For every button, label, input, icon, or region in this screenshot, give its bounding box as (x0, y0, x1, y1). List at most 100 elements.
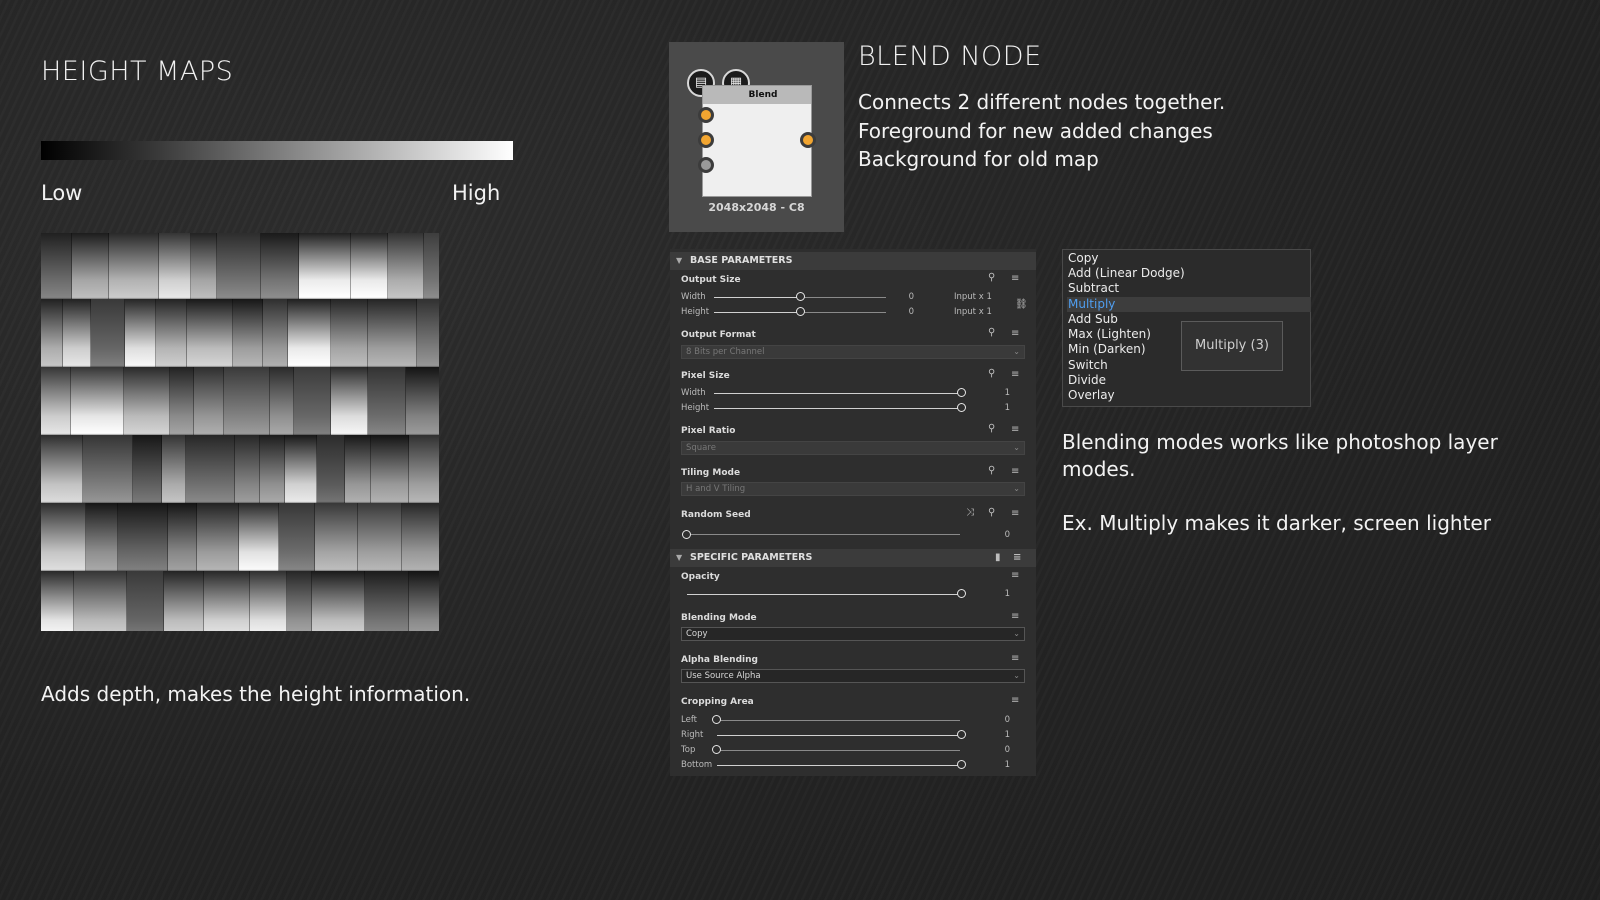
menu-icon[interactable]: ≡ (1011, 466, 1019, 477)
crop-top-slider[interactable] (717, 750, 960, 751)
pixel-ratio-select[interactable]: Square ⌄ (681, 441, 1025, 455)
random-seed-slider[interactable] (687, 534, 960, 535)
link-params-icon[interactable]: ⚲ (988, 327, 995, 338)
menu-icon[interactable]: ≡ (1011, 424, 1019, 435)
tiling-mode-value: H and V Tiling (686, 484, 746, 494)
shingle-tile (233, 299, 263, 369)
menu-icon[interactable]: ≡ (1011, 653, 1019, 664)
link-params-icon[interactable]: ⚲ (988, 368, 995, 379)
menu-icon[interactable]: ≡ (1011, 508, 1019, 519)
opacity-slider[interactable] (687, 594, 960, 595)
shingle-tile (197, 503, 239, 573)
alpha-blending-select[interactable]: Use Source Alpha ⌄ (681, 669, 1025, 683)
foreground-input-pin[interactable] (698, 107, 714, 123)
crop-left-value[interactable]: 0 (990, 715, 1010, 725)
blend-node-preview[interactable]: ▤ ▦ Blend 2048x2048 - C8 (669, 42, 844, 232)
specific-parameters-label: SPECIFIC PARAMETERS (690, 552, 813, 563)
crop-top-value[interactable]: 0 (990, 745, 1010, 755)
shingle-row (41, 299, 439, 369)
specific-parameters-header[interactable]: ▼ SPECIFIC PARAMETERS ▮ ≡ (670, 549, 1036, 567)
random-seed-knob[interactable] (682, 530, 691, 539)
pixel-height-value[interactable]: 1 (990, 403, 1010, 413)
menu-item-overlay[interactable]: Overlay (1067, 388, 1311, 403)
shingle-tile (186, 435, 235, 505)
pixel-width-slider[interactable] (714, 393, 960, 394)
bookmark-icon[interactable]: ▮ (995, 549, 1001, 567)
link-params-icon[interactable]: ⚲ (988, 465, 995, 476)
output-height-value[interactable]: 0 (894, 307, 914, 317)
menu-icon[interactable]: ≡ (1013, 549, 1021, 567)
crop-left-label: Left (681, 715, 697, 725)
shingle-tile (331, 299, 368, 369)
shingle-tile (409, 571, 439, 631)
shingle-tile (315, 503, 358, 573)
base-parameters-header[interactable]: ▼ BASE PARAMETERS (670, 252, 1036, 270)
menu-item-add-linear-dodge[interactable]: Add (Linear Dodge) (1067, 266, 1311, 281)
blend-mode-menu: Copy Add (Linear Dodge) Subtract Multipl… (1062, 249, 1311, 407)
shingle-tile (74, 571, 127, 631)
shingle-tile (217, 233, 261, 301)
shingle-tile (162, 435, 186, 505)
crop-left-knob[interactable] (712, 715, 721, 724)
opacity-knob[interactable] (957, 589, 966, 598)
crop-left-slider[interactable] (717, 720, 960, 721)
menu-icon[interactable]: ≡ (1011, 570, 1019, 581)
menu-item-divide[interactable]: Divide (1067, 373, 1311, 388)
crop-bottom-knob[interactable] (957, 760, 966, 769)
random-seed-label: Random Seed (681, 510, 751, 520)
pixel-height-knob[interactable] (957, 403, 966, 412)
menu-item-multiply[interactable]: Multiply (1067, 297, 1311, 312)
pixel-width-knob[interactable] (957, 388, 966, 397)
shingle-row (41, 503, 439, 573)
crop-right-value[interactable]: 1 (990, 730, 1010, 740)
menu-item-copy[interactable]: Copy (1067, 251, 1311, 266)
chain-link-icon[interactable]: ⛓ (1015, 299, 1028, 310)
pixel-width-value[interactable]: 1 (990, 388, 1010, 398)
menu-icon[interactable]: ≡ (1011, 328, 1019, 339)
shingle-tile (263, 299, 288, 369)
shingle-tile (124, 367, 170, 437)
blending-mode-select[interactable]: Copy ⌄ (681, 627, 1025, 641)
output-height-label: Height (681, 307, 710, 317)
output-pin[interactable] (800, 132, 816, 148)
random-seed-value[interactable]: 0 (990, 530, 1010, 540)
shingle-tile (288, 299, 331, 369)
menu-icon[interactable]: ≡ (1011, 695, 1019, 706)
output-width-value[interactable]: 0 (894, 292, 914, 302)
crop-top-knob[interactable] (712, 745, 721, 754)
shingle-row (41, 367, 439, 437)
blend-node-title: BLEND NODE (858, 41, 1042, 72)
output-height-input[interactable]: Input x 1 (954, 307, 992, 317)
gradient-low-label: Low (41, 181, 83, 205)
blend-node-desc-2: Foreground for new added changes (858, 119, 1213, 143)
crop-bottom-slider[interactable] (717, 765, 960, 766)
shuffle-icon[interactable]: ⤨ (966, 507, 974, 518)
link-params-icon[interactable]: ⚲ (988, 507, 995, 518)
crop-right-slider[interactable] (717, 735, 960, 736)
menu-icon[interactable]: ≡ (1011, 369, 1019, 380)
chevron-down-icon: ▼ (676, 256, 683, 265)
output-height-knob[interactable] (796, 307, 805, 316)
pixel-height-slider[interactable] (714, 408, 960, 409)
shingle-tile (368, 367, 406, 437)
tiling-mode-label: Tiling Mode (681, 468, 741, 478)
blend-node-card[interactable]: Blend (702, 85, 812, 197)
link-params-icon[interactable]: ⚲ (988, 272, 995, 283)
chevron-down-icon: ⌄ (1013, 484, 1020, 493)
crop-bottom-value[interactable]: 1 (990, 760, 1010, 770)
shingle-tile (239, 503, 279, 573)
opacity-value[interactable]: 1 (990, 589, 1010, 599)
output-width-knob[interactable] (796, 292, 805, 301)
background-input-pin[interactable] (698, 132, 714, 148)
output-format-select[interactable]: 8 Bits per Channel ⌄ (681, 345, 1025, 359)
mask-input-pin[interactable] (698, 157, 714, 173)
crop-right-knob[interactable] (957, 730, 966, 739)
link-params-icon[interactable]: ⚲ (988, 423, 995, 434)
shingle-tile (204, 571, 250, 631)
menu-icon[interactable]: ≡ (1011, 611, 1019, 622)
menu-item-subtract[interactable]: Subtract (1067, 281, 1311, 296)
output-width-input[interactable]: Input x 1 (954, 292, 992, 302)
shingle-tile (388, 233, 424, 301)
tiling-mode-select[interactable]: H and V Tiling ⌄ (681, 482, 1025, 496)
menu-icon[interactable]: ≡ (1011, 273, 1019, 284)
